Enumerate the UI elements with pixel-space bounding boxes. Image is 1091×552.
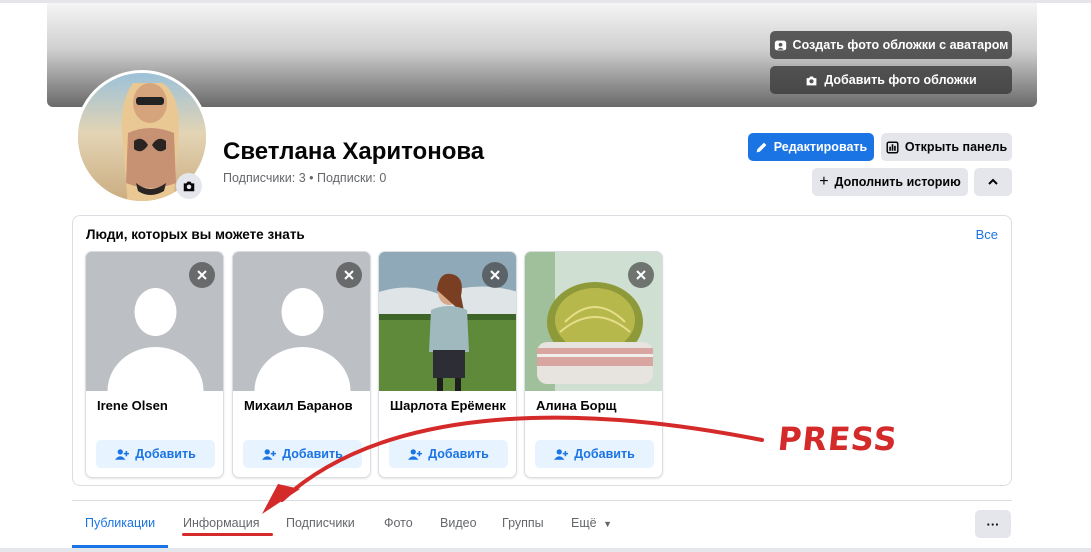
dismiss-suggestion-button[interactable] [482, 262, 508, 288]
add-friend-label: Добавить [282, 447, 343, 461]
add-friend-label: Добавить [135, 447, 196, 461]
collapse-suggestions-button[interactable] [974, 168, 1012, 196]
dismiss-suggestion-button[interactable] [189, 262, 215, 288]
tab-groups[interactable]: Группы [502, 516, 544, 530]
tab-more[interactable]: Ещё ▼ [571, 516, 612, 530]
plus-icon: + [819, 173, 829, 190]
close-icon [344, 270, 354, 280]
profile-name: Светлана Харитонова [223, 138, 485, 165]
create-avatar-cover-button[interactable]: Создать фото обложки с аватаром [770, 31, 1012, 59]
tab-posts[interactable]: Публикации [85, 516, 155, 530]
dismiss-suggestion-button[interactable] [628, 262, 654, 288]
bottom-strip [0, 548, 1091, 552]
see-all-link[interactable]: Все [976, 227, 998, 242]
add-to-story-label: Дополнить историю [834, 175, 961, 189]
dismiss-suggestion-button[interactable] [336, 262, 362, 288]
pymk-title: Люди, которых вы можете знать [86, 227, 305, 242]
person-card[interactable]: Алина Борщ Добавить [524, 251, 663, 478]
add-friend-button[interactable]: Добавить [243, 440, 362, 468]
tab-more-label: Ещё [571, 516, 597, 530]
add-friend-icon [115, 448, 130, 460]
annotation-underline [182, 533, 273, 536]
add-friend-icon [554, 448, 569, 460]
person-card[interactable]: Irene Olsen Добавить [85, 251, 224, 478]
add-friend-icon [262, 448, 277, 460]
open-panel-button[interactable]: Открыть панель [881, 133, 1012, 161]
tab-photos[interactable]: Фото [384, 516, 413, 530]
person-name[interactable]: Шарлота Ерёменк [390, 398, 506, 413]
change-avatar-button[interactable] [176, 173, 202, 199]
camera-icon [183, 181, 195, 192]
caret-down-icon: ▼ [603, 519, 612, 529]
open-panel-label: Открыть панель [904, 140, 1008, 154]
person-name[interactable]: Алина Борщ [536, 398, 617, 413]
add-friend-label: Добавить [574, 447, 635, 461]
person-card[interactable]: Михаил Баранов Добавить [232, 251, 371, 478]
add-to-story-button[interactable]: + Дополнить историю [812, 168, 968, 196]
tab-info[interactable]: Информация [183, 516, 260, 530]
add-cover-photo-button[interactable]: Добавить фото обложки [770, 66, 1012, 94]
add-friend-button[interactable]: Добавить [535, 440, 654, 468]
edit-profile-label: Редактировать [773, 140, 868, 154]
close-icon [197, 270, 207, 280]
annotation-press-label: PRESS [776, 420, 900, 458]
add-friend-button[interactable]: Добавить [96, 440, 215, 468]
more-options-button[interactable]: ··· [975, 510, 1011, 538]
person-name[interactable]: Михаил Баранов [244, 398, 353, 413]
tab-videos[interactable]: Видео [440, 516, 477, 530]
person-card[interactable]: Шарлота Ерёменк Добавить [378, 251, 517, 478]
add-friend-button[interactable]: Добавить [389, 440, 508, 468]
avatar-icon [774, 40, 786, 50]
pencil-icon [756, 142, 767, 152]
profile-follow-stats: Подписчики: 3 • Подписки: 0 [223, 171, 387, 185]
camera-icon [806, 75, 817, 85]
create-avatar-cover-label: Создать фото обложки с аватаром [792, 38, 1009, 52]
add-cover-photo-label: Добавить фото обложки [824, 73, 977, 87]
tabs-divider [72, 500, 1012, 501]
tab-followers[interactable]: Подписчики [286, 516, 355, 530]
close-icon [490, 270, 500, 280]
dashboard-icon [886, 140, 899, 154]
add-friend-icon [408, 448, 423, 460]
person-name[interactable]: Irene Olsen [97, 398, 168, 413]
close-icon [636, 270, 646, 280]
chevron-up-icon [988, 178, 998, 185]
add-friend-label: Добавить [428, 447, 489, 461]
edit-profile-button[interactable]: Редактировать [748, 133, 874, 161]
